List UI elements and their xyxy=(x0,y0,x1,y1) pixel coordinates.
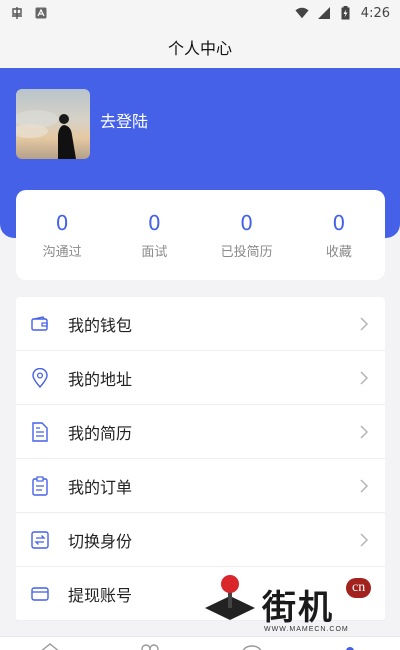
stat-value: 0 xyxy=(55,210,69,235)
menu-item-address[interactable]: 我的地址 xyxy=(16,351,385,405)
stat-label: 已投简历 xyxy=(220,244,273,260)
menu-item-switch-identity[interactable]: 切换身份 xyxy=(16,513,385,567)
stat-interview[interactable]: 0 面试 xyxy=(108,211,200,260)
page-title: 个人中心 xyxy=(167,39,232,58)
chevron-right-icon xyxy=(357,478,371,493)
stat-label: 沟通过 xyxy=(42,244,82,260)
login-link[interactable]: 去登陆 xyxy=(100,108,148,132)
order-clipboard-icon xyxy=(30,475,50,496)
signal-icon xyxy=(317,6,331,20)
status-bar: 4:26 xyxy=(0,0,400,26)
home-icon xyxy=(41,643,59,650)
stat-favorites[interactable]: 0 收藏 xyxy=(293,211,385,260)
chevron-right-icon xyxy=(357,316,371,331)
location-pin-icon xyxy=(30,367,50,388)
menu-label: 提现账号 xyxy=(68,585,133,605)
wifi-icon xyxy=(295,6,309,20)
stat-label: 面试 xyxy=(141,244,168,260)
chevron-right-icon xyxy=(357,424,371,439)
chevron-right-icon xyxy=(357,370,371,385)
switch-arrows-icon xyxy=(30,530,50,550)
app-notification-icon xyxy=(10,6,24,20)
watermark-url: WWW.MAMECN.COM xyxy=(264,626,349,633)
watermark-text: 街机 xyxy=(262,588,334,628)
menu-label: 我的地址 xyxy=(68,369,133,389)
menu-label: 我的订单 xyxy=(68,477,133,497)
contacts-icon xyxy=(141,644,151,650)
card-icon xyxy=(30,584,50,604)
menu-item-wallet[interactable]: 我的钱包 xyxy=(16,297,385,351)
stats-card: 0 沟通过 0 面试 0 已投简历 0 收藏 xyxy=(16,190,385,280)
page-title-bar: 个人中心 xyxy=(0,26,400,68)
stat-contacted[interactable]: 0 沟通过 xyxy=(16,211,108,260)
menu-item-resume[interactable]: 我的简历 xyxy=(16,405,385,459)
stat-value: 0 xyxy=(332,210,346,235)
wallet-icon xyxy=(30,314,50,334)
chevron-right-icon xyxy=(357,532,371,547)
stat-value: 0 xyxy=(240,210,253,235)
stat-value: 0 xyxy=(148,210,161,235)
text-a-icon xyxy=(34,6,48,20)
message-icon xyxy=(242,645,262,650)
watermark-badge: cn xyxy=(346,578,372,598)
resume-document-icon xyxy=(30,421,50,442)
watermark-logo: 街机 cn WWW.MAMECN.COM xyxy=(200,570,390,636)
stat-label: 收藏 xyxy=(325,244,352,260)
menu-item-orders[interactable]: 我的订单 xyxy=(16,459,385,513)
menu-label: 我的简历 xyxy=(68,423,133,443)
stat-applied[interactable]: 0 已投简历 xyxy=(201,211,293,260)
status-time: 4:26 xyxy=(360,5,390,21)
menu-label: 切换身份 xyxy=(68,531,133,551)
battery-icon xyxy=(339,6,353,20)
avatar[interactable] xyxy=(16,89,90,159)
menu-label: 我的钱包 xyxy=(68,315,133,335)
bottom-nav xyxy=(0,636,400,650)
